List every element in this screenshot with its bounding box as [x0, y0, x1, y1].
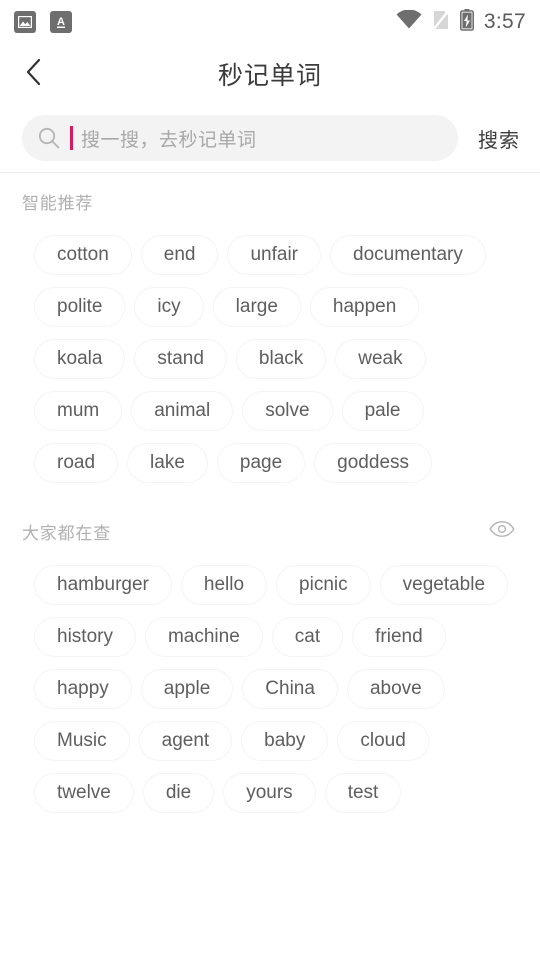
status-bar-notifications: A — [14, 11, 72, 33]
tag-chip[interactable]: vegetable — [379, 565, 509, 605]
tag-chip[interactable]: lake — [127, 443, 208, 483]
tag-chip[interactable]: hello — [180, 565, 268, 605]
search-input[interactable]: 搜一搜，去秒记单词 — [22, 115, 458, 161]
tag-chip[interactable]: unfair — [227, 235, 321, 275]
svg-text:A: A — [57, 16, 65, 28]
search-row: 搜一搜，去秒记单词 搜索 — [0, 104, 540, 172]
section-popular-searches: 大家都在查 hamburger hello picnic vegetable histo… — [0, 503, 540, 819]
no-sim-icon — [431, 8, 450, 36]
section-title: 智能推荐 — [22, 193, 94, 213]
tag-chip[interactable]: goddess — [314, 443, 433, 483]
tag-chip[interactable]: cotton — [34, 235, 132, 275]
battery-charging-icon — [459, 8, 474, 36]
tag-chip[interactable]: baby — [241, 721, 329, 761]
search-icon — [38, 127, 60, 149]
status-bar-time: 3:57 — [483, 10, 526, 33]
tag-chip[interactable]: pale — [341, 391, 424, 431]
back-chevron-icon — [26, 58, 42, 91]
tag-chip[interactable]: polite — [34, 287, 126, 327]
tag-chip[interactable]: picnic — [276, 565, 371, 605]
tag-chip[interactable]: cat — [271, 617, 344, 657]
image-icon — [14, 11, 36, 33]
tag-chip[interactable]: apple — [140, 669, 234, 709]
tag-chip[interactable]: Music — [34, 721, 130, 761]
tag-chip[interactable]: koala — [34, 339, 126, 379]
tag-chip[interactable]: above — [346, 669, 445, 709]
tag-chip[interactable]: China — [242, 669, 338, 709]
search-button[interactable]: 搜索 — [476, 118, 522, 159]
tag-chip[interactable]: large — [212, 287, 301, 327]
tag-chip[interactable]: happy — [34, 669, 132, 709]
tag-chip[interactable]: friend — [352, 617, 446, 657]
search-placeholder: 搜一搜，去秒记单词 — [81, 129, 257, 151]
tag-list-popular-searches: hamburger hello picnic vegetable history mach… — [34, 559, 518, 819]
nav-bar: 秒记单词 — [0, 44, 540, 104]
tag-chip[interactable]: documentary — [330, 235, 486, 275]
status-bar: A 3:57 — [0, 0, 540, 44]
tag-chip[interactable]: die — [142, 773, 215, 813]
tag-chip[interactable]: happen — [309, 287, 420, 327]
section-title: 大家都在查 — [22, 523, 111, 543]
tag-chip[interactable]: agent — [138, 721, 233, 761]
tag-chip[interactable]: twelve — [34, 773, 134, 813]
tag-chip[interactable]: road — [34, 443, 119, 483]
tag-chip[interactable]: stand — [134, 339, 227, 379]
tag-chip[interactable]: page — [216, 443, 306, 483]
tag-chip[interactable]: history — [34, 617, 136, 657]
eye-toggle-button[interactable] — [486, 515, 518, 547]
text-caret — [70, 126, 73, 150]
status-bar-indicators: 3:57 — [396, 8, 526, 36]
tag-chip[interactable]: weak — [335, 339, 426, 379]
tag-chip[interactable]: yours — [223, 773, 316, 813]
tag-chip[interactable]: icy — [134, 287, 204, 327]
section-header: 大家都在查 — [22, 503, 518, 559]
tag-chip[interactable]: test — [324, 773, 402, 813]
tag-chip[interactable]: cloud — [337, 721, 429, 761]
page-title: 秒记单词 — [217, 62, 322, 90]
tag-chip[interactable]: mum — [34, 391, 123, 431]
section-smart-recommend: 智能推荐 cotton end unfair documentary polite icy… — [0, 173, 540, 489]
tag-list-smart-recommend: cotton end unfair documentary polite icy large… — [34, 229, 518, 489]
tag-chip[interactable]: hamburger — [34, 565, 172, 605]
section-header: 智能推荐 — [22, 173, 518, 229]
tag-chip[interactable]: black — [235, 339, 327, 379]
tag-chip[interactable]: machine — [144, 617, 263, 657]
tag-chip[interactable]: animal — [131, 391, 234, 431]
eye-icon — [489, 520, 515, 542]
translate-icon: A — [50, 11, 72, 33]
tag-chip[interactable]: solve — [242, 391, 333, 431]
wifi-icon — [396, 9, 422, 34]
back-button[interactable] — [12, 52, 56, 96]
tag-chip[interactable]: end — [140, 235, 219, 275]
